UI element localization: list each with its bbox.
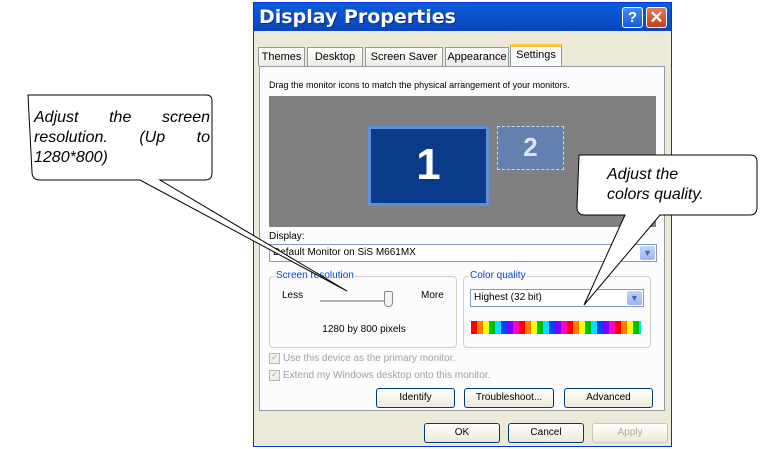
colors-callout-text: Adjust the colors quality. xyxy=(607,166,704,203)
resolution-callout-text: Adjust the screen resolution. (Up to 128… xyxy=(34,109,210,166)
callout-shapes xyxy=(27,94,758,306)
